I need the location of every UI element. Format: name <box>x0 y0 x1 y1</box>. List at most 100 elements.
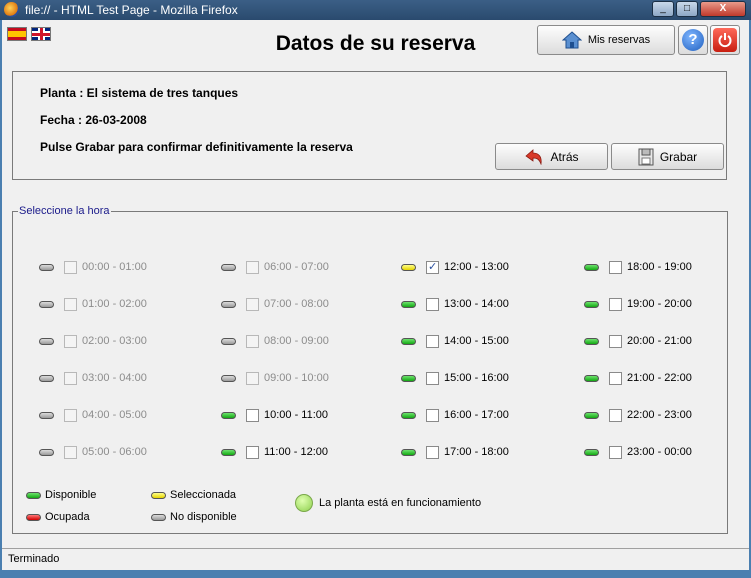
gray-led-icon <box>39 411 54 419</box>
green-led-icon <box>221 411 236 419</box>
hour-slot-checkbox[interactable] <box>246 408 259 422</box>
gray-led-icon <box>39 448 54 456</box>
plant-running-label: La planta está en funcionamiento <box>319 497 482 509</box>
legend-seleccionada-label: Seleccionada <box>170 489 237 501</box>
green-led-icon <box>584 300 599 308</box>
legend-no-disponible-label: No disponible <box>170 511 237 523</box>
confirm-instruction: Pulse Grabar para confirmar definitivame… <box>40 140 353 154</box>
hour-slot: 02:00 - 03:00 <box>39 334 147 348</box>
hour-selection-panel: Seleccione la hora 00:00 - 01:00 01:00 - … <box>12 205 728 534</box>
hour-slot: 23:00 - 00:00 <box>584 445 692 459</box>
green-led-icon <box>401 448 416 456</box>
hour-slot: 05:00 - 06:00 <box>39 445 147 459</box>
hour-slot-checkbox[interactable] <box>246 445 259 459</box>
legend-ocupada: Ocupada <box>26 511 90 523</box>
red-led-icon <box>26 513 41 521</box>
hour-slot-checkbox[interactable] <box>609 260 622 274</box>
gray-led-icon <box>221 337 236 345</box>
hour-slot-checkbox <box>246 297 259 311</box>
hour-slot-label: 14:00 - 15:00 <box>444 335 509 347</box>
hour-slot-label: 18:00 - 19:00 <box>627 261 692 273</box>
mis-reservas-button[interactable]: Mis reservas <box>537 25 675 55</box>
maximize-button[interactable]: □ <box>676 1 698 17</box>
hour-slot-label: 05:00 - 06:00 <box>82 446 147 458</box>
hour-slot-checkbox[interactable] <box>609 371 622 385</box>
hour-slot-label: 15:00 - 16:00 <box>444 372 509 384</box>
green-led-icon <box>401 411 416 419</box>
back-label: Atrás <box>550 149 579 164</box>
hour-slot-label: 03:00 - 04:00 <box>82 372 147 384</box>
minimize-button[interactable]: _ <box>652 1 674 17</box>
hour-slot-checkbox[interactable] <box>426 371 439 385</box>
hour-slot-label: 00:00 - 01:00 <box>82 261 147 273</box>
hour-slot: 14:00 - 15:00 <box>401 334 509 348</box>
hour-slot-checkbox[interactable] <box>609 445 622 459</box>
hour-slot-label: 04:00 - 05:00 <box>82 409 147 421</box>
legend-disponible-label: Disponible <box>45 489 97 501</box>
hour-slot: 03:00 - 04:00 <box>39 371 147 385</box>
hour-slot-label: 22:00 - 23:00 <box>627 409 692 421</box>
back-button[interactable]: Atrás <box>495 143 608 170</box>
green-led-icon <box>26 491 41 499</box>
save-label: Grabar <box>659 149 698 164</box>
hour-slot-checkbox[interactable] <box>426 445 439 459</box>
hour-slot-checkbox[interactable] <box>426 260 439 274</box>
hour-slot: 12:00 - 13:00 <box>401 260 509 274</box>
hour-slot-label: 08:00 - 09:00 <box>264 335 329 347</box>
hour-slot-checkbox[interactable] <box>426 334 439 348</box>
hour-slot-checkbox <box>246 334 259 348</box>
hour-slot-checkbox <box>64 297 77 311</box>
house-icon <box>561 31 583 49</box>
hour-slot-label: 12:00 - 13:00 <box>444 261 509 273</box>
hour-slot: 04:00 - 05:00 <box>39 408 147 422</box>
back-arrow-icon <box>525 148 543 165</box>
hour-slot-checkbox <box>246 371 259 385</box>
save-icon <box>638 148 654 165</box>
green-led-icon <box>401 374 416 382</box>
close-window-button[interactable]: X <box>700 1 746 17</box>
save-button[interactable]: Grabar <box>611 143 724 170</box>
hour-slot-checkbox[interactable] <box>609 297 622 311</box>
hour-slot-label: 07:00 - 08:00 <box>264 298 329 310</box>
hour-slot-checkbox[interactable] <box>426 408 439 422</box>
hour-slot-checkbox[interactable] <box>426 297 439 311</box>
hour-slot: 09:00 - 10:00 <box>221 371 329 385</box>
hour-slot-checkbox[interactable] <box>609 408 622 422</box>
reservation-date: Fecha : 26-03-2008 <box>40 113 147 127</box>
legend-ocupada-label: Ocupada <box>45 511 90 523</box>
hour-slot: 01:00 - 02:00 <box>39 297 147 311</box>
hour-slot-label: 02:00 - 03:00 <box>82 335 147 347</box>
gray-led-icon <box>221 374 236 382</box>
hour-slot-label: 16:00 - 17:00 <box>444 409 509 421</box>
gray-led-icon <box>39 300 54 308</box>
mis-reservas-label: Mis reservas <box>587 34 651 46</box>
green-led-icon <box>584 448 599 456</box>
hour-slot-label: 19:00 - 20:00 <box>627 298 692 310</box>
green-led-icon <box>584 337 599 345</box>
exit-button[interactable] <box>710 25 740 55</box>
hour-slot-checkbox <box>64 260 77 274</box>
hour-slot-checkbox[interactable] <box>609 334 622 348</box>
hour-slot: 07:00 - 08:00 <box>221 297 329 311</box>
help-icon: ? <box>682 29 704 51</box>
green-led-icon <box>584 374 599 382</box>
green-led-icon <box>584 411 599 419</box>
gray-led-icon <box>39 374 54 382</box>
window-titlebar: file:// - HTML Test Page - Mozilla Firef… <box>0 0 751 20</box>
help-button[interactable]: ? <box>678 25 708 55</box>
hour-slot-label: 13:00 - 14:00 <box>444 298 509 310</box>
green-led-icon <box>584 263 599 271</box>
hour-slot: 16:00 - 17:00 <box>401 408 509 422</box>
hour-slot-label: 21:00 - 22:00 <box>627 372 692 384</box>
green-led-icon <box>221 448 236 456</box>
hour-slot: 15:00 - 16:00 <box>401 371 509 385</box>
reservation-info-panel: Planta : El sistema de tres tanques Fech… <box>12 71 727 180</box>
running-status-icon <box>295 494 313 512</box>
hour-slot: 21:00 - 22:00 <box>584 371 692 385</box>
hour-slot-checkbox <box>64 334 77 348</box>
firefox-icon <box>4 2 19 17</box>
hour-slot-label: 09:00 - 10:00 <box>264 372 329 384</box>
hour-slot: 22:00 - 23:00 <box>584 408 692 422</box>
gray-led-icon <box>39 263 54 271</box>
hour-slot-checkbox <box>64 408 77 422</box>
